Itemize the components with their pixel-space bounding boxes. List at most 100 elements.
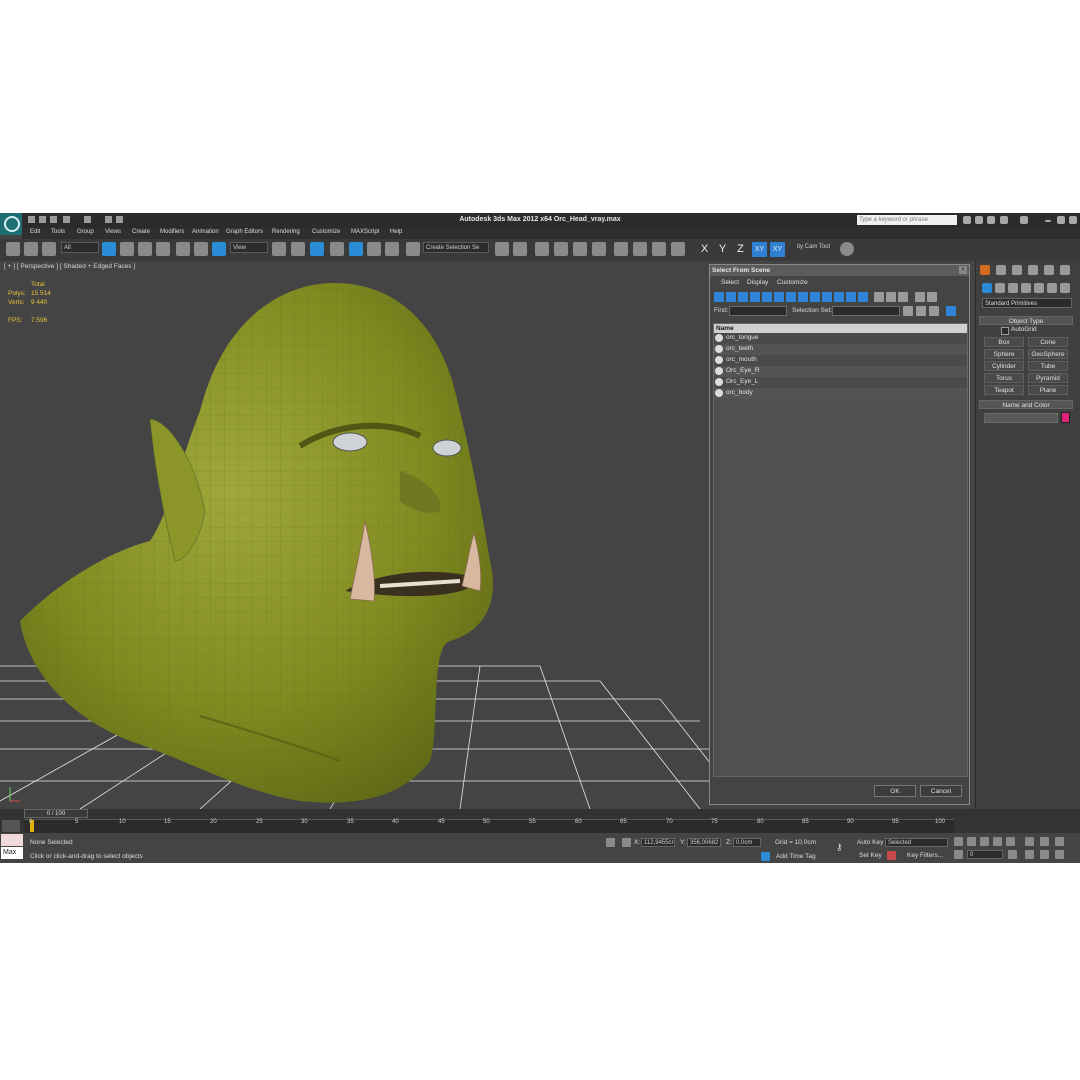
select-move-icon[interactable] [176, 242, 190, 256]
pivot-center-icon[interactable] [272, 242, 286, 256]
maximize-icon[interactable] [1057, 216, 1065, 224]
go-to-start-icon[interactable] [954, 837, 963, 846]
align-icon[interactable] [513, 242, 527, 256]
menu-rendering[interactable]: Rendering [272, 229, 300, 235]
helpers-category-icon[interactable] [1034, 283, 1044, 293]
filter-xrefs-icon[interactable] [798, 292, 808, 302]
select-none-icon[interactable] [886, 292, 896, 302]
menu-customize[interactable]: Customize [312, 229, 340, 235]
filter-groups-icon[interactable] [786, 292, 796, 302]
x-coord-field[interactable]: 112,9455cr [641, 838, 675, 847]
create-tab-icon[interactable] [980, 265, 990, 275]
modify-tab-icon[interactable] [996, 265, 1006, 275]
dialog-menu-display[interactable]: Display [747, 279, 768, 286]
material-editor-icon[interactable] [614, 242, 628, 256]
set-key-icon[interactable] [887, 851, 896, 860]
lock-selection-icon[interactable] [606, 838, 615, 847]
close-icon[interactable] [1069, 216, 1077, 224]
name-column-header[interactable]: Name [714, 324, 967, 333]
bind-space-warp-icon[interactable] [42, 242, 56, 256]
previous-frame-icon[interactable] [967, 837, 976, 846]
axis-z-button[interactable]: Z [733, 242, 748, 257]
time-tag-icon[interactable] [761, 852, 770, 861]
percent-snap-icon[interactable] [367, 242, 381, 256]
object-type-rollout[interactable]: Object Type [979, 316, 1073, 325]
filter-hidden-icon[interactable] [846, 292, 856, 302]
select-invert-icon[interactable] [898, 292, 908, 302]
object-color-swatch[interactable] [1061, 412, 1070, 423]
selection-set-apply-icon[interactable] [946, 306, 956, 316]
menu-tools[interactable]: Tools [51, 229, 65, 235]
list-item[interactable]: Orc_Eye_L [714, 377, 967, 388]
select-manipulate-icon[interactable] [291, 242, 305, 256]
filter-frozen-icon[interactable] [834, 292, 844, 302]
window-crossing-icon[interactable] [156, 242, 170, 256]
menu-animation[interactable]: Animation [192, 229, 219, 235]
geometry-category-icon[interactable] [982, 283, 992, 293]
named-selection-set-dropdown[interactable]: Create Selection Se [423, 242, 489, 253]
menu-graph-editors[interactable]: Graph Editors [226, 229, 263, 235]
render-setup-icon[interactable] [633, 242, 647, 256]
key-filters-button[interactable]: Key Filters... [907, 852, 943, 859]
orbit-icon[interactable] [1040, 850, 1049, 859]
filter-shapes-icon[interactable] [726, 292, 736, 302]
menu-create[interactable]: Create [132, 229, 150, 235]
teapot-render-icon[interactable] [840, 242, 854, 256]
keyboard-shortcut-override-icon[interactable] [310, 242, 324, 256]
curve-editor-icon[interactable] [573, 242, 587, 256]
maxscript-mini-listener[interactable]: Max [1, 847, 23, 859]
filter-spacewarps-icon[interactable] [774, 292, 784, 302]
primitive-category-dropdown[interactable]: Standard Primitives [982, 298, 1072, 308]
cameras-category-icon[interactable] [1021, 283, 1031, 293]
list-item[interactable]: orc_mouth [714, 355, 967, 366]
list-item[interactable]: orc_teeth [714, 344, 967, 355]
layer-manager-icon[interactable] [535, 242, 549, 256]
spinner-snap-icon[interactable] [385, 242, 399, 256]
graphite-ribbon-icon[interactable] [554, 242, 568, 256]
menu-edit[interactable]: Edit [30, 229, 40, 235]
pyramid-button[interactable]: Pyramid [1028, 373, 1068, 383]
selection-set-dropdown[interactable] [832, 306, 900, 316]
dialog-menu-customize[interactable]: Customize [777, 279, 808, 286]
zoom-icon[interactable] [1025, 837, 1034, 846]
lights-category-icon[interactable] [1008, 283, 1018, 293]
plane-button[interactable]: Plane [1028, 385, 1068, 395]
go-to-end-icon[interactable] [1006, 837, 1015, 846]
set-key-button[interactable]: Set Key [859, 852, 882, 859]
zoom-extents-icon[interactable] [1055, 837, 1064, 846]
viewport-label[interactable]: [ + ] [ Perspective ] [ Shaded + Edged F… [4, 263, 135, 270]
play-icon[interactable] [980, 837, 989, 846]
filter-lights-icon[interactable] [738, 292, 748, 302]
auto-key-button[interactable]: Auto Key [857, 839, 883, 846]
menu-views[interactable]: Views [105, 229, 121, 235]
cylinder-button[interactable]: Cylinder [984, 361, 1024, 371]
axis-x-button[interactable]: X [697, 242, 712, 257]
selection-set-copy-icon[interactable] [916, 306, 926, 316]
hierarchy-tab-icon[interactable] [1012, 265, 1022, 275]
current-frame-field[interactable]: 0 [967, 850, 1003, 859]
dialog-title[interactable]: Select From Scene [710, 265, 969, 276]
display-filter-icon[interactable] [915, 292, 925, 302]
motion-tab-icon[interactable] [1028, 265, 1038, 275]
axis-xy-cycle-button[interactable]: XY [770, 242, 785, 257]
reference-coordinate-dropdown[interactable]: View [230, 242, 268, 253]
select-all-icon[interactable] [874, 292, 884, 302]
cone-button[interactable]: Cone [1028, 337, 1068, 347]
filter-all-icon[interactable] [858, 292, 868, 302]
maxscript-listener-icon[interactable] [1, 834, 23, 846]
sphere-button[interactable]: Sphere [984, 349, 1024, 359]
sort-filter-icon[interactable] [927, 292, 937, 302]
key-mode-toggle-icon[interactable] [954, 850, 963, 859]
systems-category-icon[interactable] [1060, 283, 1070, 293]
help-icon[interactable] [1020, 216, 1028, 224]
tool-label[interactable]: ity Cam Tool [795, 242, 837, 253]
schematic-view-icon[interactable] [592, 242, 606, 256]
add-time-tag-button[interactable]: Add Time Tag [776, 853, 816, 860]
menu-group[interactable]: Group [77, 229, 94, 235]
display-tab-icon[interactable] [1044, 265, 1054, 275]
name-and-color-rollout[interactable]: Name and Color [979, 400, 1073, 409]
orc-head-model[interactable] [20, 282, 494, 803]
mini-curve-editor-icon[interactable] [2, 820, 20, 832]
filter-bones-icon[interactable] [810, 292, 820, 302]
shapes-category-icon[interactable] [995, 283, 1005, 293]
